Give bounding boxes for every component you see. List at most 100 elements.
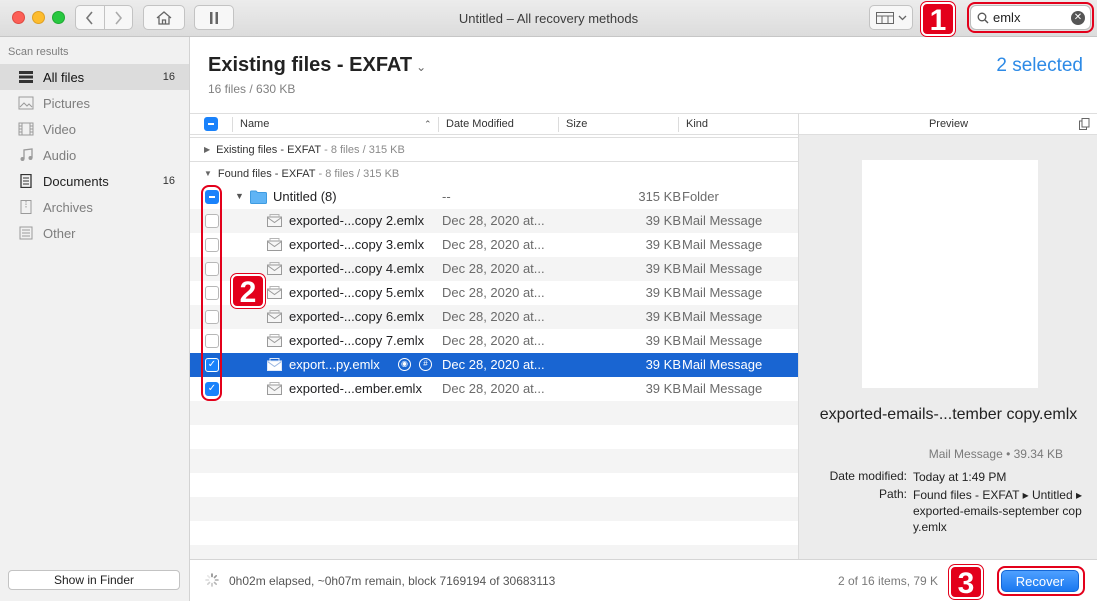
row-name: exported-...copy 4.emlx [289, 261, 425, 276]
row-checkbox[interactable] [205, 214, 219, 228]
sidebar-item-label: All files [43, 69, 85, 85]
preview-path-label: Path: [878, 487, 907, 501]
row-checkbox[interactable] [205, 238, 219, 252]
group-existing-files[interactable]: ▶ Existing files - EXFAT - 8 files / 315… [190, 137, 798, 161]
table-header: Name ⌃ Date Modified Size Kind [190, 113, 798, 135]
column-size[interactable]: Size [566, 118, 587, 130]
mail-message-icon [267, 262, 282, 275]
row-date: Dec 28, 2020 at... [442, 261, 545, 276]
document-icon [20, 174, 32, 188]
column-divider [232, 117, 233, 132]
row-size: 39 KB [645, 357, 681, 372]
row-kind: Mail Message [682, 237, 763, 252]
empty-row [190, 521, 798, 545]
row-checkbox[interactable] [205, 310, 219, 324]
row-name: exported-...copy 6.emlx [289, 309, 425, 324]
row-size: 39 KB [645, 285, 681, 300]
preview-heading-text: Preview [928, 118, 969, 130]
row-name: exported-...copy 2.emlx [289, 213, 425, 228]
mail-message-icon [267, 382, 282, 395]
row-checkbox[interactable] [205, 286, 219, 300]
row-checkbox[interactable]: ✓ [205, 382, 219, 396]
column-name[interactable]: Name [240, 118, 269, 130]
sidebar-item-other[interactable]: Other [0, 220, 189, 246]
row-date: Dec 28, 2020 at... [442, 213, 545, 228]
row-kind: Mail Message [682, 285, 763, 300]
show-in-finder-button[interactable]: Show in Finder [8, 570, 180, 590]
table-row[interactable]: exported-...copy 5.emlx Dec 28, 2020 at.… [190, 281, 798, 305]
table-row[interactable]: exported-...copy 2.emlx Dec 28, 2020 at.… [190, 209, 798, 233]
film-icon [18, 122, 34, 136]
sidebar-item-label: Archives [43, 199, 93, 215]
scan-status: 0h02m elapsed, ~0h07m remain, block 7169… [229, 574, 556, 588]
preview-date-label: Date modified: [829, 469, 907, 483]
view-mode-button[interactable] [869, 5, 913, 30]
search-input[interactable]: emlx [993, 10, 1071, 25]
table-row-folder[interactable]: ▼ Untitled (8) -- 315 KB Folder [190, 185, 798, 209]
row-date: Dec 28, 2020 at... [442, 237, 545, 252]
page-title-text: Existing files - EXFAT [208, 54, 413, 76]
empty-row [190, 449, 798, 473]
sidebar-item-all-files[interactable]: All files 16 [0, 64, 189, 90]
mail-message-icon [267, 358, 282, 371]
row-name: exported-...copy 3.emlx [289, 237, 425, 252]
sidebar-item-video[interactable]: Video [0, 116, 189, 142]
table-row[interactable]: exported-...copy 3.emlx Dec 28, 2020 at.… [190, 233, 798, 257]
music-note-icon [20, 148, 33, 161]
empty-row [190, 545, 798, 559]
row-kind: Mail Message [682, 357, 763, 372]
clear-search-icon[interactable]: ✕ [1071, 10, 1085, 25]
row-size: 39 KB [645, 213, 681, 228]
table-row[interactable]: exported-...copy 4.emlx Dec 28, 2020 at.… [190, 257, 798, 281]
preview-thumbnail [862, 160, 1038, 388]
sidebar: Scan results All files 16 Pictures Video… [0, 37, 190, 601]
sidebar-item-label: Pictures [43, 95, 90, 111]
select-all-checkbox[interactable] [204, 117, 218, 131]
sort-ascending-icon: ⌃ [424, 119, 432, 129]
disclosure-expanded-icon: ▼ [204, 169, 212, 178]
empty-row [190, 473, 798, 497]
preview-path-value: Found files - EXFAT ▸ Untitled ▸ exporte… [913, 488, 1083, 534]
folder-icon [250, 190, 267, 204]
sidebar-item-count: 16 [162, 175, 175, 187]
disclosure-expanded-icon: ▼ [235, 191, 244, 201]
recover-button[interactable]: Recover [1001, 570, 1079, 592]
row-checkbox[interactable] [205, 190, 219, 204]
row-kind: Mail Message [682, 261, 763, 276]
row-kind: Mail Message [682, 213, 763, 228]
row-kind: Folder [682, 189, 719, 204]
selection-summary: 2 of 16 items, 79 K [838, 574, 939, 588]
table-row[interactable]: exported-...copy 7.emlx Dec 28, 2020 at.… [190, 329, 798, 353]
sidebar-item-pictures[interactable]: Pictures [0, 90, 189, 116]
group-found-files[interactable]: ▼ Found files - EXFAT - 8 files / 315 KB [190, 161, 798, 185]
column-kind[interactable]: Kind [686, 118, 708, 130]
group-label: Existing files - EXFAT [216, 143, 322, 156]
column-date-modified[interactable]: Date Modified [446, 118, 514, 130]
hash-icon[interactable]: # [419, 358, 432, 371]
other-icon [19, 226, 33, 240]
page-title[interactable]: Existing files - EXFAT ⌄ [208, 54, 426, 77]
mail-message-icon [267, 238, 282, 251]
row-size: 39 KB [645, 333, 681, 348]
sidebar-item-label: Audio [43, 147, 77, 163]
table-row[interactable]: exported-...copy 6.emlx Dec 28, 2020 at.… [190, 305, 798, 329]
row-checkbox[interactable]: ✓ [205, 358, 219, 372]
row-name: exported-...ember.emlx [289, 381, 422, 396]
row-checkbox[interactable] [205, 262, 219, 276]
table-row[interactable]: ✓ exported-...ember.emlx Dec 28, 2020 at… [190, 377, 798, 401]
pop-out-icon[interactable] [1079, 118, 1090, 130]
row-name: exported-...copy 5.emlx [289, 285, 425, 300]
sidebar-item-archives[interactable]: Archives [0, 194, 189, 220]
row-size: 315 KB [638, 189, 681, 204]
search-field[interactable]: emlx ✕ [970, 5, 1091, 30]
row-kind: Mail Message [682, 309, 763, 324]
sidebar-item-audio[interactable]: Audio [0, 142, 189, 168]
table-row-selected[interactable]: ✓ export...py.emlx ◉ # Dec 28, 2020 at..… [190, 353, 798, 377]
eye-preview-icon[interactable]: ◉ [398, 358, 411, 371]
row-checkbox[interactable] [205, 334, 219, 348]
archive-icon [20, 200, 32, 214]
sidebar-item-documents[interactable]: Documents 16 [0, 168, 189, 194]
preview-filename: exported-emails-...tember copy.emlx [819, 406, 1078, 423]
mail-message-icon [267, 334, 282, 347]
row-date: Dec 28, 2020 at... [442, 333, 545, 348]
